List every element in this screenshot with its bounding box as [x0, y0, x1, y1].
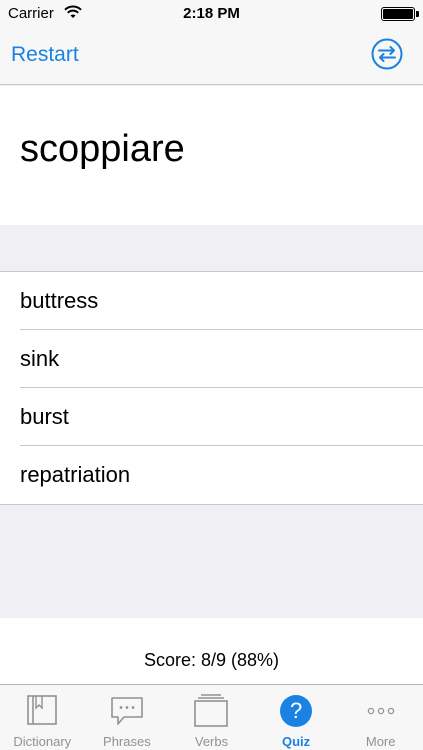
- tab-label: Dictionary: [13, 734, 72, 749]
- status-time: 2:18 PM: [183, 5, 240, 22]
- battery-icon: [381, 7, 419, 21]
- score-label: Score: 8/9 (88%): [143, 650, 280, 670]
- answer-option[interactable]: buttress: [0, 272, 423, 330]
- more-dots-icon: [367, 707, 394, 715]
- answer-label: repatriation: [20, 462, 131, 487]
- question-word: scoppiare: [20, 128, 185, 170]
- status-bar: Carrier 2:18 PM: [0, 0, 423, 28]
- tab-label: Quiz: [281, 734, 311, 749]
- tab-bar: Dictionary Phrases Verbs ? Quiz More: [0, 684, 423, 750]
- question-panel: scoppiare: [0, 86, 423, 225]
- cards-icon: [194, 694, 229, 727]
- tab-quiz[interactable]: ? Quiz: [254, 685, 339, 750]
- answer-label: sink: [20, 346, 60, 371]
- answer-label: burst: [20, 404, 69, 429]
- tab-verbs[interactable]: Verbs: [169, 685, 254, 750]
- answer-option[interactable]: sink: [0, 330, 423, 388]
- tab-label: Verbs: [194, 734, 229, 749]
- restart-button[interactable]: Restart: [11, 43, 79, 67]
- answer-option[interactable]: burst: [0, 388, 423, 446]
- tab-label: Phrases: [103, 734, 151, 749]
- question-icon: ?: [280, 695, 313, 727]
- navigation-bar: Restart: [0, 28, 423, 85]
- tab-more[interactable]: More: [338, 685, 423, 750]
- answer-label: buttress: [20, 288, 99, 313]
- tab-dictionary[interactable]: Dictionary: [0, 685, 85, 750]
- tab-phrases[interactable]: Phrases: [85, 685, 170, 750]
- tab-label: More: [365, 734, 396, 749]
- speech-bubble-icon: [111, 697, 143, 725]
- book-icon: [27, 695, 58, 725]
- swap-arrows-icon[interactable]: [371, 38, 403, 70]
- score-panel: Score: 8/9 (88%): [0, 618, 423, 684]
- answer-option[interactable]: repatriation: [0, 446, 423, 504]
- answer-list: buttress sink burst repatriation: [0, 271, 423, 505]
